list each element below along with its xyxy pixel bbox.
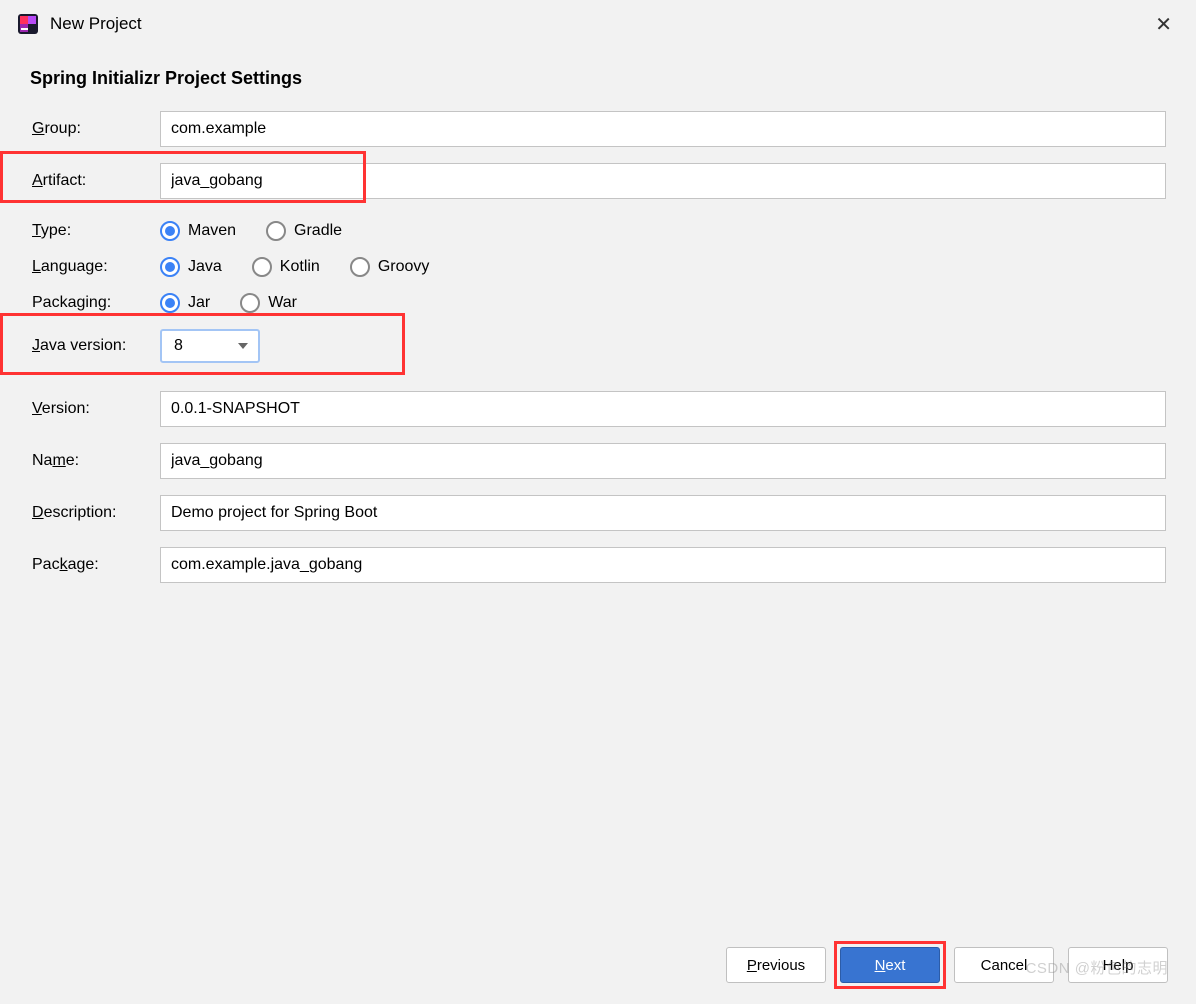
type-label: Type: (30, 222, 160, 240)
close-icon[interactable]: ✕ (1147, 8, 1180, 41)
group-row: Group: (30, 111, 1166, 147)
language-row: Language: Java Kotlin Groovy (30, 257, 1166, 277)
radio-maven-label: Maven (188, 222, 236, 240)
description-row: Description: (30, 495, 1166, 531)
radio-icon (160, 293, 180, 313)
java-version-select[interactable]: 8 (160, 329, 260, 363)
radio-jar-label: Jar (188, 294, 210, 312)
chevron-down-icon (238, 343, 248, 349)
radio-kotlin[interactable]: Kotlin (252, 257, 320, 277)
artifact-row: Artifact: (30, 163, 1166, 199)
window-title: New Project (50, 14, 142, 34)
name-input[interactable] (160, 443, 1166, 479)
radio-kotlin-label: Kotlin (280, 258, 320, 276)
packaging-row: Packaging: Jar War (30, 293, 1166, 313)
name-label: Name: (30, 452, 160, 470)
next-button[interactable]: Next (840, 947, 940, 983)
radio-java-label: Java (188, 258, 222, 276)
version-label: Version: (30, 400, 160, 418)
radio-groovy[interactable]: Groovy (350, 257, 430, 277)
intellij-icon (16, 12, 40, 36)
group-label: Group: (30, 120, 160, 138)
radio-icon (350, 257, 370, 277)
radio-icon (252, 257, 272, 277)
radio-icon (160, 221, 180, 241)
previous-button[interactable]: Previous (726, 947, 826, 983)
artifact-input[interactable] (160, 163, 1166, 199)
radio-icon (160, 257, 180, 277)
radio-maven[interactable]: Maven (160, 221, 236, 241)
radio-java[interactable]: Java (160, 257, 222, 277)
titlebar: New Project ✕ (0, 0, 1196, 48)
radio-gradle[interactable]: Gradle (266, 221, 342, 241)
page-heading: Spring Initializr Project Settings (30, 68, 1166, 89)
radio-war-label: War (268, 294, 297, 312)
packaging-label: Packaging: (30, 294, 160, 312)
group-input[interactable] (160, 111, 1166, 147)
radio-icon (240, 293, 260, 313)
artifact-label: Artifact: (30, 172, 160, 190)
radio-icon (266, 221, 286, 241)
package-label: Package: (30, 556, 160, 574)
package-row: Package: (30, 547, 1166, 583)
radio-gradle-label: Gradle (294, 222, 342, 240)
name-row: Name: (30, 443, 1166, 479)
radio-groovy-label: Groovy (378, 258, 430, 276)
radio-jar[interactable]: Jar (160, 293, 210, 313)
type-row: Type: Maven Gradle (30, 221, 1166, 241)
description-input[interactable] (160, 495, 1166, 531)
radio-war[interactable]: War (240, 293, 297, 313)
package-input[interactable] (160, 547, 1166, 583)
help-button[interactable]: Help (1068, 947, 1168, 983)
java-version-value: 8 (174, 337, 183, 355)
version-row: Version: (30, 391, 1166, 427)
version-input[interactable] (160, 391, 1166, 427)
cancel-button[interactable]: Cancel (954, 947, 1054, 983)
java-version-label: Java version: (30, 337, 160, 355)
content-area: Spring Initializr Project Settings Group… (0, 48, 1196, 583)
java-version-row: Java version: 8 (30, 329, 1166, 363)
language-label: Language: (30, 258, 160, 276)
description-label: Description: (30, 504, 160, 522)
footer: Previous Next Cancel Help (0, 936, 1196, 1004)
